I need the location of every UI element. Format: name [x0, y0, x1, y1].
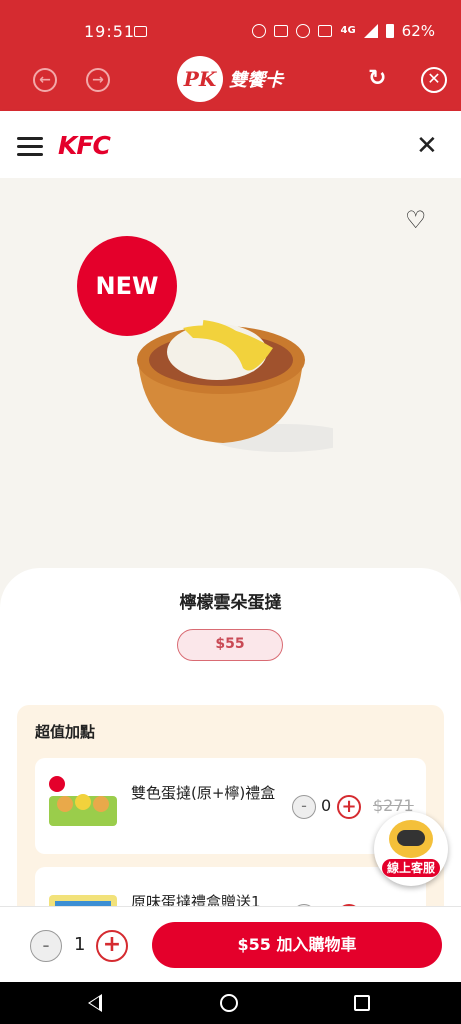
egg-tart-image — [137, 320, 333, 452]
addon-qty: 0 — [321, 796, 332, 815]
refresh-icon[interactable]: ↻ — [368, 66, 386, 91]
customer-service-label: 線上客服 — [382, 859, 440, 877]
status-time: 19:51 — [84, 22, 136, 41]
close-app-icon[interactable]: ✕ — [421, 67, 447, 93]
kfc-logo[interactable]: KFC — [58, 131, 111, 160]
quantity: 1 — [74, 934, 86, 955]
product-price: $55 — [177, 629, 283, 661]
nav-recents-icon[interactable] — [354, 995, 370, 1011]
site-header: KFC ✕ — [0, 111, 461, 178]
brand-logo: PK — [177, 56, 223, 102]
mute-icon — [296, 24, 311, 38]
increase-button[interactable]: + — [337, 795, 361, 819]
addon-thumbnail — [49, 776, 117, 826]
addon-section: 超值加點 雙色蛋撻(原+檸)禮盒 - 0 + $271 原味蛋撻禮盒贈送1 - … — [17, 705, 444, 963]
battery-icon — [385, 24, 394, 38]
cart-bar: - 1 + $55 加入購物車 — [0, 906, 461, 982]
system-nav-bar — [0, 982, 461, 1024]
decrease-qty-button[interactable]: - — [30, 930, 62, 962]
forward-arrow-icon[interactable]: → — [86, 68, 110, 92]
gallery-notification-icon — [134, 26, 147, 37]
addon-item[interactable]: 雙色蛋撻(原+檸)禮盒 - 0 + $271 — [35, 758, 426, 854]
battery-percent: 62% — [401, 22, 435, 40]
nav-back-icon[interactable] — [88, 994, 102, 1012]
robot-icon — [389, 820, 433, 858]
brand-name: 雙饗卡 — [229, 70, 283, 91]
network-type: 4G — [340, 25, 356, 36]
close-icon[interactable]: ✕ — [416, 131, 438, 161]
add-to-cart-button[interactable]: $55 加入購物車 — [152, 922, 442, 968]
alarm-icon — [252, 24, 267, 38]
back-arrow-icon[interactable]: ← — [33, 68, 57, 92]
product-hero: ♡ NEW — [0, 178, 461, 578]
decrease-button[interactable]: - — [292, 795, 316, 819]
signal-icon — [363, 24, 378, 38]
volte-icon — [318, 25, 333, 37]
app-bar: ← → PK 雙饗卡 ↻ ✕ — [0, 48, 461, 111]
addon-title: 超值加點 — [35, 723, 96, 741]
addon-item-name: 雙色蛋撻(原+檸)禮盒 — [131, 784, 276, 802]
nav-home-icon[interactable] — [220, 994, 238, 1012]
nfc-icon — [274, 25, 289, 37]
menu-icon[interactable] — [17, 137, 43, 156]
increase-qty-button[interactable]: + — [96, 930, 128, 962]
product-title: 檸檬雲朵蛋撻 — [179, 593, 282, 613]
customer-service-button[interactable]: 線上客服 — [374, 812, 448, 886]
brand: PK 雙饗卡 — [177, 56, 283, 102]
favorite-heart-icon[interactable]: ♡ — [405, 206, 427, 234]
status-icons: 4G 62% — [252, 22, 435, 40]
